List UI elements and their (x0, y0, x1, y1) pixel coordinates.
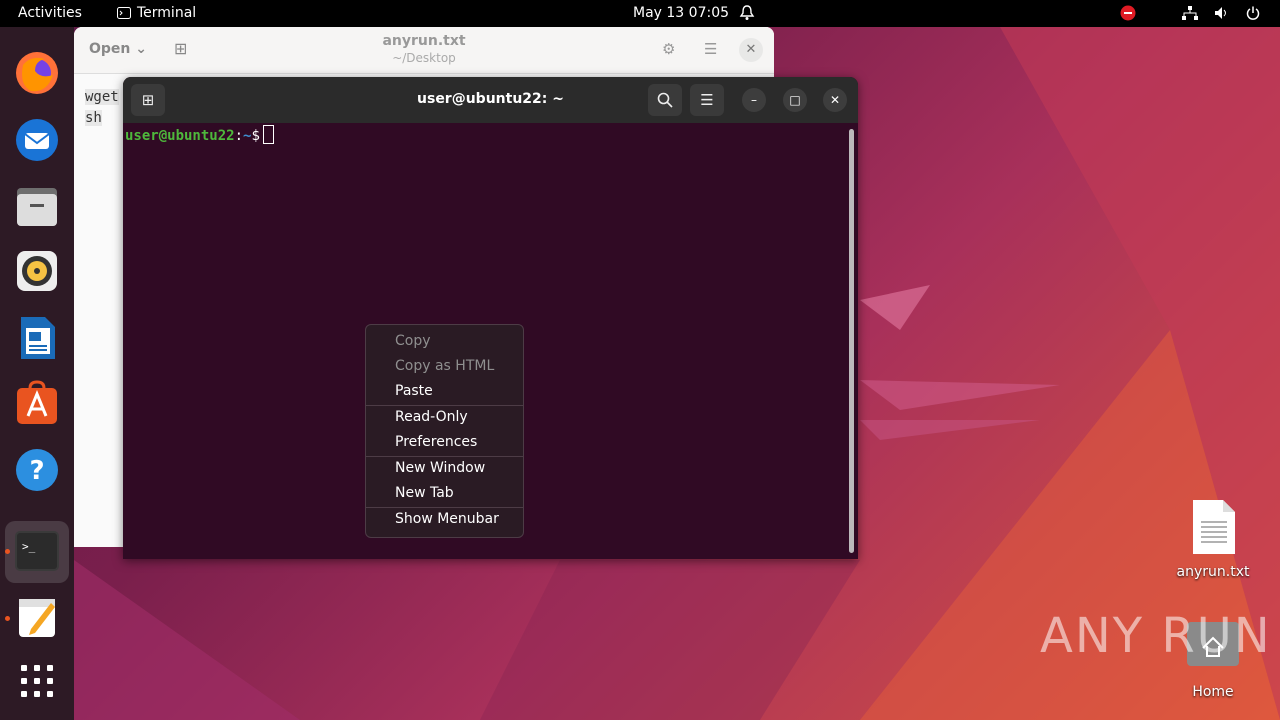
thunderbird-icon[interactable] (13, 115, 61, 163)
clock[interactable]: May 13 07:05 (633, 5, 729, 21)
app-menu[interactable]: Terminal (117, 5, 196, 21)
gear-icon[interactable]: ⚙ (662, 40, 675, 58)
document-path: ~/Desktop (392, 51, 456, 65)
desktop-file-label: anyrun.txt (1176, 564, 1250, 580)
svg-text:?: ? (29, 456, 44, 486)
show-apps-icon[interactable] (13, 657, 61, 705)
menu-separator (366, 507, 523, 508)
desktop-home-label: Home (1192, 684, 1234, 700)
menu-item-read-only[interactable]: Read-Only (395, 409, 468, 425)
terminal-running-indicator (5, 549, 10, 554)
menu-separator (366, 405, 523, 406)
text-editor-headerbar: Open ⌄ ⊞ anyrun.txt ~/Desktop ⚙ ☰ ✕ (74, 27, 774, 74)
terminal-small-icon (117, 7, 131, 19)
hamburger-menu-icon[interactable]: ☰ (690, 84, 724, 116)
close-icon[interactable]: ✕ (739, 38, 763, 62)
network-icon[interactable] (1182, 6, 1198, 20)
volume-icon[interactable] (1214, 6, 1230, 20)
new-document-icon[interactable]: ⊞ (174, 39, 187, 58)
menu-item-new-tab[interactable]: New Tab (395, 485, 454, 501)
context-menu: Copy Copy as HTML Paste Read-Only Prefer… (365, 324, 524, 538)
text-editor-running-indicator (5, 616, 10, 621)
terminal-title: user@ubuntu22: ~ (417, 91, 564, 107)
text-cursor (262, 125, 274, 144)
menu-item-copy-as-html[interactable]: Copy as HTML (395, 358, 494, 374)
prompt-symbol: $ (251, 128, 260, 144)
system-tray[interactable] (1120, 5, 1260, 21)
power-icon[interactable] (1246, 6, 1260, 20)
menu-item-new-window[interactable]: New Window (395, 460, 485, 476)
dock: ? >_ (0, 27, 74, 720)
terminal-scrollbar[interactable] (849, 129, 854, 553)
help-icon[interactable]: ? (13, 446, 61, 494)
app-name: Terminal (137, 5, 197, 21)
document-line-2: sh (85, 110, 102, 126)
document-title: anyrun.txt (382, 33, 466, 49)
terminal-icon[interactable]: >_ (5, 521, 69, 583)
open-button-label: Open (89, 41, 131, 57)
hamburger-menu-icon[interactable]: ☰ (704, 40, 717, 58)
notification-bell-icon[interactable] (739, 4, 755, 25)
desktop-file-anyrun[interactable]: anyrun.txt (1168, 498, 1258, 580)
menu-item-preferences[interactable]: Preferences (395, 434, 477, 450)
menu-item-paste[interactable]: Paste (395, 383, 433, 399)
text-file-icon (1193, 500, 1235, 554)
do-not-disturb-icon[interactable] (1120, 5, 1136, 21)
chevron-down-icon: ⌄ (135, 41, 147, 57)
writer-icon[interactable] (13, 314, 61, 362)
firefox-icon[interactable] (13, 49, 61, 97)
menu-item-copy[interactable]: Copy (395, 333, 431, 349)
menu-item-show-menubar[interactable]: Show Menubar (395, 511, 499, 527)
terminal-prompt[interactable]: user@ubuntu22:~$ (125, 125, 274, 144)
new-tab-button[interactable]: ⊞ (131, 84, 165, 116)
files-icon[interactable] (13, 182, 61, 230)
top-bar: Activities Terminal May 13 07:05 (0, 0, 1280, 27)
terminal-headerbar: ⊞ user@ubuntu22: ~ ☰ – □ ✕ (123, 77, 858, 123)
open-button[interactable]: Open ⌄ (89, 41, 147, 57)
menu-separator (366, 456, 523, 457)
document-text[interactable]: wget sh (85, 87, 119, 129)
rhythmbox-icon[interactable] (13, 247, 61, 295)
prompt-separator: : (234, 128, 244, 144)
text-editor-icon[interactable] (13, 593, 61, 641)
prompt-user: user@ubuntu22 (125, 128, 235, 144)
app-center-icon[interactable] (13, 380, 61, 428)
activities-button[interactable]: Activities (18, 5, 82, 21)
search-icon[interactable] (648, 84, 682, 116)
document-line-1: wget (85, 89, 119, 105)
maximize-icon[interactable]: □ (783, 88, 807, 112)
close-icon[interactable]: ✕ (823, 88, 847, 112)
minimize-icon[interactable]: – (742, 88, 766, 112)
svg-text:>_: >_ (22, 540, 36, 553)
watermark: ANY RUN (1040, 608, 1272, 664)
